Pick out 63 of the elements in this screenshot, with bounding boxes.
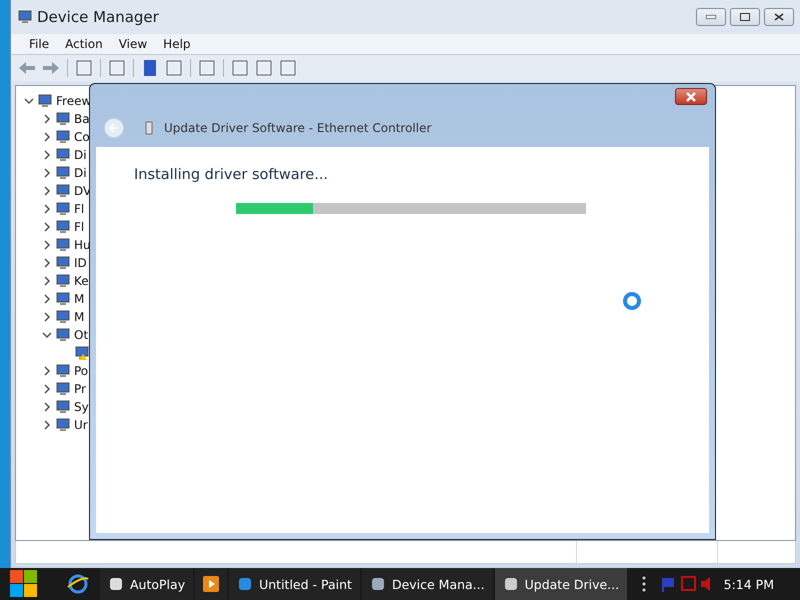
device-icon — [55, 237, 71, 253]
minimize-icon — [706, 15, 716, 19]
tree-item[interactable]: Ur — [74, 418, 88, 432]
taskbar-item[interactable]: AutoPlay — [100, 568, 194, 600]
close-icon — [774, 13, 784, 21]
menu-item[interactable]: File — [23, 37, 56, 51]
device-icon — [55, 111, 71, 127]
taskbar-item[interactable]: Update Drive... — [494, 568, 628, 600]
app-icon — [502, 576, 519, 592]
tree-item[interactable]: Co — [74, 130, 90, 144]
dialog-title: Update Driver Software - Ethernet Controller — [164, 121, 432, 135]
status-heading: Installing driver software... — [134, 167, 330, 183]
app-icon — [370, 576, 386, 592]
device-icon — [55, 183, 71, 199]
taskbar-item[interactable]: Device Mana... — [362, 568, 493, 600]
close-button[interactable] — [764, 8, 794, 26]
tree-item[interactable]: Ba — [74, 112, 90, 126]
play-icon — [203, 576, 220, 592]
device-icon — [55, 363, 71, 379]
device-icon — [55, 165, 71, 181]
device-icon — [55, 147, 71, 163]
device-icon — [55, 381, 71, 397]
menu-item[interactable]: Help — [157, 37, 197, 51]
tree-item[interactable]: Fl — [74, 202, 84, 216]
tree-item[interactable]: Di — [74, 148, 87, 162]
spinner-icon — [622, 291, 642, 311]
device-icon — [17, 9, 33, 25]
maximize-icon — [740, 13, 750, 21]
tree-item[interactable]: Pr — [74, 382, 86, 396]
device-icon — [55, 399, 71, 415]
device-icon — [55, 327, 71, 343]
tree-item[interactable]: Ke — [74, 274, 89, 288]
device-icon — [55, 291, 71, 307]
device-icon — [55, 417, 71, 433]
tree-item[interactable]: Di — [74, 166, 87, 180]
app-icon — [108, 576, 124, 592]
menu-item[interactable]: Action — [59, 37, 109, 51]
close-button[interactable] — [675, 88, 707, 105]
device-icon — [37, 93, 53, 109]
close-icon — [685, 92, 697, 102]
tree-item[interactable]: Ot — [74, 328, 88, 342]
device-icon — [144, 121, 154, 135]
device-icon — [55, 273, 71, 289]
tree-item[interactable]: M — [74, 310, 84, 324]
device-icon — [55, 309, 71, 325]
taskbar-item[interactable]: Untitled - Paint — [229, 568, 360, 600]
back-arrow-icon — [109, 123, 119, 133]
device-icon — [55, 201, 71, 217]
tree-item[interactable]: Po — [74, 364, 88, 378]
window-title: Device Manager — [37, 8, 160, 26]
menu-item[interactable]: View — [112, 37, 154, 51]
minimize-button[interactable] — [696, 8, 726, 26]
device-icon — [55, 219, 71, 235]
device-icon — [55, 255, 71, 271]
tree-item[interactable]: ID — [74, 256, 87, 270]
tree-item[interactable]: Fl — [74, 220, 84, 234]
clock: 5:14 PM — [724, 576, 774, 592]
app-icon — [237, 576, 254, 592]
tree-item[interactable]: Sy — [74, 400, 89, 414]
tree-item[interactable]: M — [74, 292, 84, 306]
media-player-button[interactable] — [195, 568, 228, 600]
device-icon — [55, 129, 71, 145]
maximize-button[interactable] — [730, 8, 760, 26]
